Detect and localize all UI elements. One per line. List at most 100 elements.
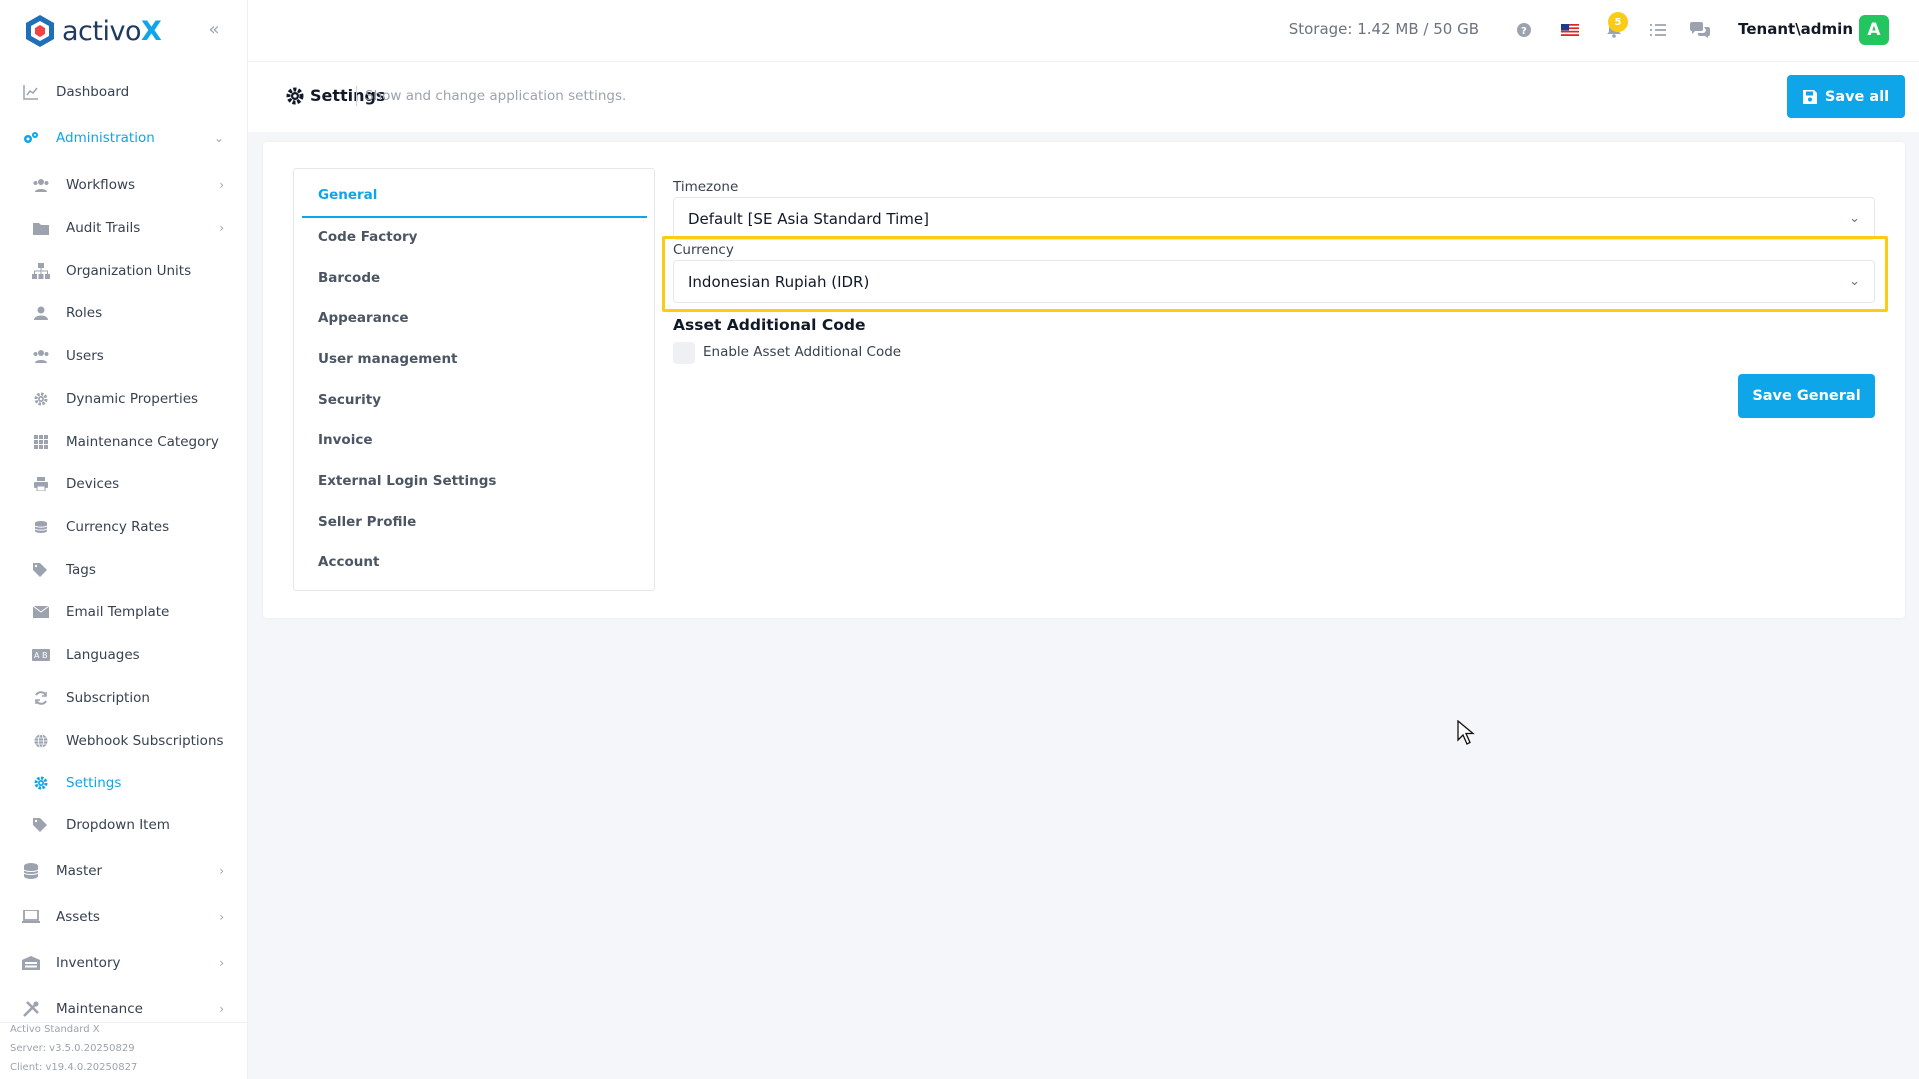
user-name[interactable]: Tenant\admin bbox=[1738, 20, 1853, 38]
sidebar-item-audit-trails[interactable]: Audit Trails › bbox=[0, 212, 248, 244]
sidebar-item-label: Organization Units bbox=[66, 263, 192, 279]
save-all-label: Save all bbox=[1824, 88, 1890, 105]
tab-code-factory[interactable]: Code Factory bbox=[318, 229, 417, 245]
chevron-right-icon: › bbox=[219, 221, 224, 235]
sitemap-icon bbox=[32, 262, 50, 280]
svg-text:A: A bbox=[34, 651, 40, 660]
version-info: Activo Standard X Server: v3.5.0.2025082… bbox=[10, 1020, 137, 1077]
enable-asset-additional-code-checkbox[interactable] bbox=[673, 342, 695, 364]
sidebar-item-webhook-subscriptions[interactable]: Webhook Subscriptions bbox=[0, 725, 248, 757]
sidebar-item-organization-units[interactable]: Organization Units bbox=[0, 255, 248, 287]
enable-asset-additional-code-label[interactable]: Enable Asset Additional Code bbox=[703, 344, 901, 360]
tab-barcode[interactable]: Barcode bbox=[318, 270, 380, 286]
tab-seller-profile[interactable]: Seller Profile bbox=[318, 514, 416, 530]
chevron-down-icon: ⌄ bbox=[213, 131, 224, 145]
tags-icon bbox=[32, 561, 50, 579]
collapse-sidebar-icon[interactable]: « bbox=[203, 18, 225, 40]
notification-badge: 5 bbox=[1608, 12, 1628, 32]
printer-icon bbox=[32, 475, 50, 493]
sidebar-item-label: Settings bbox=[66, 775, 122, 791]
svg-text:?: ? bbox=[1521, 26, 1527, 37]
active-tab-indicator bbox=[302, 216, 647, 218]
tab-account[interactable]: Account bbox=[318, 554, 379, 570]
cogs-icon bbox=[22, 129, 40, 147]
sidebar-item-label: Users bbox=[66, 348, 104, 364]
sidebar-item-label: Maintenance Category bbox=[66, 434, 219, 450]
chat-icon[interactable] bbox=[1690, 20, 1710, 40]
sidebar-item-label: Email Template bbox=[66, 604, 170, 620]
tab-general[interactable]: General bbox=[318, 187, 377, 203]
user-icon bbox=[32, 304, 50, 322]
database-icon bbox=[22, 862, 40, 880]
tab-security[interactable]: Security bbox=[318, 392, 381, 408]
asset-additional-code-title: Asset Additional Code bbox=[673, 316, 866, 334]
sidebar-item-label: Maintenance bbox=[56, 1001, 143, 1017]
sidebar-item-label: Subscription bbox=[66, 690, 150, 706]
tools-icon bbox=[22, 1000, 40, 1018]
coins-icon bbox=[32, 518, 50, 536]
help-icon[interactable]: ? bbox=[1514, 20, 1534, 40]
currency-select[interactable]: Indonesian Rupiah (IDR) ⌄ bbox=[673, 260, 1875, 303]
chevron-right-icon: › bbox=[219, 864, 224, 878]
gear-icon bbox=[32, 774, 50, 792]
server-version: Server: v3.5.0.20250829 bbox=[10, 1043, 135, 1054]
sidebar-item-tags[interactable]: Tags bbox=[0, 554, 248, 586]
floppy-icon bbox=[1802, 89, 1817, 104]
sidebar-item-label: Inventory bbox=[56, 955, 121, 971]
sidebar-item-currency-rates[interactable]: Currency Rates bbox=[0, 511, 248, 543]
sidebar-item-assets[interactable]: Assets › bbox=[0, 901, 248, 933]
sidebar-item-label: Languages bbox=[66, 647, 140, 663]
sidebar-item-label: Dropdown Item bbox=[66, 817, 170, 833]
sidebar-item-devices[interactable]: Devices bbox=[0, 468, 248, 500]
brand-name: activoX bbox=[62, 15, 162, 47]
chevron-right-icon: › bbox=[219, 178, 224, 192]
save-all-button[interactable]: Save all bbox=[1787, 75, 1905, 118]
sidebar-item-languages[interactable]: AB Languages bbox=[0, 639, 248, 671]
timezone-label: Timezone bbox=[673, 179, 739, 195]
sidebar-item-roles[interactable]: Roles bbox=[0, 297, 248, 329]
users-icon bbox=[32, 347, 50, 365]
language-icon: AB bbox=[32, 646, 50, 664]
sidebar-item-administration[interactable]: Administration ⌄ bbox=[0, 122, 248, 154]
tab-external-login-settings[interactable]: External Login Settings bbox=[318, 473, 496, 489]
gear-icon bbox=[286, 87, 304, 104]
logo-icon bbox=[26, 15, 54, 47]
settings-tabs: General Code Factory Barcode Appearance … bbox=[293, 168, 655, 591]
timezone-select[interactable]: Default [SE Asia Standard Time] ⌄ bbox=[673, 197, 1875, 240]
currency-value: Indonesian Rupiah (IDR) bbox=[688, 273, 870, 291]
sidebar-item-settings[interactable]: Settings bbox=[0, 767, 248, 799]
sidebar-item-label: Workflows bbox=[66, 177, 136, 193]
folder-icon bbox=[32, 219, 50, 237]
sidebar-item-users[interactable]: Users bbox=[0, 340, 248, 372]
sidebar-item-dynamic-properties[interactable]: Dynamic Properties bbox=[0, 383, 248, 415]
save-general-button[interactable]: Save General bbox=[1738, 374, 1875, 418]
sidebar-item-label: Tags bbox=[66, 562, 96, 578]
sidebar-item-label: Dynamic Properties bbox=[66, 391, 199, 407]
users-icon bbox=[32, 176, 50, 194]
sidebar-item-email-template[interactable]: Email Template bbox=[0, 596, 248, 628]
avatar[interactable]: A bbox=[1859, 15, 1889, 45]
sidebar-item-dashboard[interactable]: Dashboard bbox=[0, 76, 248, 108]
us-flag-icon[interactable] bbox=[1560, 20, 1580, 40]
sidebar-item-subscription[interactable]: Subscription bbox=[0, 682, 248, 714]
client-version: Client: v19.4.0.20250827 bbox=[10, 1062, 138, 1073]
tab-user-management[interactable]: User management bbox=[318, 351, 458, 367]
chevron-right-icon: › bbox=[219, 1002, 224, 1016]
sidebar-item-master[interactable]: Master › bbox=[0, 855, 248, 887]
sidebar-item-maintenance-category[interactable]: Maintenance Category bbox=[0, 426, 248, 458]
sidebar-item-inventory[interactable]: Inventory › bbox=[0, 947, 248, 979]
tab-invoice[interactable]: Invoice bbox=[318, 432, 373, 448]
sidebar-item-label: Audit Trails bbox=[66, 220, 141, 236]
sidebar-item-workflows[interactable]: Workflows › bbox=[0, 169, 248, 201]
chevron-right-icon: › bbox=[219, 956, 224, 970]
sidebar-item-label: Devices bbox=[66, 476, 120, 492]
chevron-right-icon: › bbox=[219, 910, 224, 924]
warehouse-icon bbox=[22, 954, 40, 972]
product-name: Activo Standard X bbox=[10, 1024, 100, 1035]
task-list-icon[interactable] bbox=[1648, 20, 1668, 40]
sidebar: activoX « Dashboard Administration ⌄ Wor… bbox=[0, 0, 248, 1079]
tab-appearance[interactable]: Appearance bbox=[318, 310, 409, 326]
page-description: Show and change application settings. bbox=[356, 86, 626, 106]
brand[interactable]: activoX « bbox=[0, 0, 247, 62]
sidebar-item-dropdown-item[interactable]: Dropdown Item bbox=[0, 809, 248, 841]
